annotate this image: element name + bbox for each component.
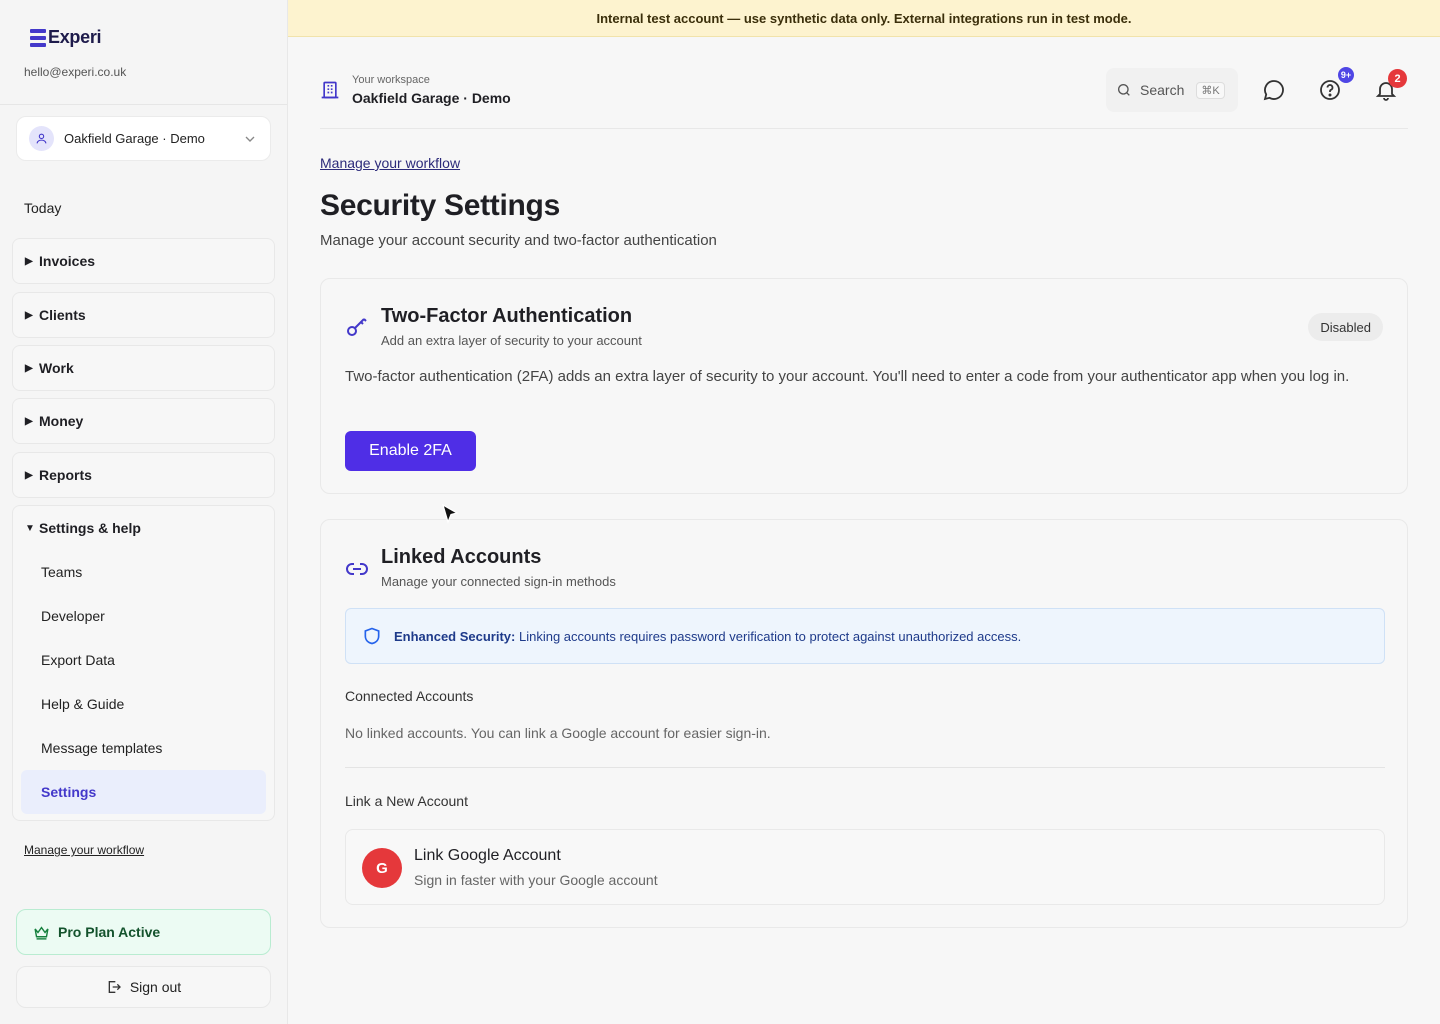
- linked-accounts-title: Linked Accounts: [381, 546, 542, 568]
- link-icon: [346, 563, 368, 575]
- sidebar-group-clients[interactable]: ▶ Clients: [12, 292, 275, 338]
- chevron-down-icon: [245, 136, 255, 142]
- sidebar-group-label: Work: [39, 360, 74, 376]
- linked-accounts-card: Linked Accounts Manage your connected si…: [320, 519, 1408, 928]
- sidebar-group-header[interactable]: ▶ Money: [13, 399, 274, 443]
- breadcrumb-manage-workflow[interactable]: Manage your workflow: [320, 155, 460, 171]
- status-badge: Disabled: [1308, 313, 1383, 341]
- alert-bold: Enhanced Security:: [394, 628, 516, 644]
- app-name: Experi: [48, 27, 102, 47]
- notification-badge: 2: [1388, 69, 1407, 88]
- pro-plan-label: Pro Plan Active: [58, 924, 161, 940]
- no-linked-accounts-text: No linked accounts. You can link a Googl…: [345, 725, 771, 741]
- user-email: hello@experi.co.uk: [24, 65, 127, 79]
- search-shortcut: ⌘K: [1196, 81, 1225, 99]
- two-factor-title: Two-Factor Authentication: [381, 305, 633, 327]
- workspace-label: Your workspace: [352, 74, 430, 86]
- sidebar: Experi hello@experi.co.uk Oakfield Garag…: [0, 0, 288, 1024]
- page-title: Security Settings: [320, 189, 560, 222]
- manage-workflow-link[interactable]: Manage your workflow: [24, 843, 144, 857]
- google-icon: G: [362, 848, 402, 888]
- caret-right-icon: ▶: [25, 415, 33, 427]
- sidebar-group-label: Clients: [39, 307, 86, 323]
- section-divider: [345, 767, 1385, 768]
- connected-accounts-label: Connected Accounts: [345, 688, 474, 704]
- linked-accounts-subtitle: Manage your connected sign-in methods: [381, 574, 616, 589]
- sidebar-group-header[interactable]: ▶ Invoices: [13, 239, 274, 283]
- sidebar-item-developer[interactable]: Developer: [21, 594, 266, 638]
- key-icon: [347, 318, 367, 336]
- sign-out-icon: [108, 981, 121, 993]
- sidebar-group-reports[interactable]: ▶ Reports: [12, 452, 275, 498]
- two-factor-card: Two-Factor Authentication Add an extra l…: [320, 278, 1408, 494]
- sidebar-item-teams[interactable]: Teams: [21, 550, 266, 594]
- logo-icon: [30, 28, 46, 47]
- sidebar-group-header[interactable]: ▶ Work: [13, 346, 274, 390]
- caret-right-icon: ▶: [25, 255, 33, 267]
- sidebar-group-work[interactable]: ▶ Work: [12, 345, 275, 391]
- pro-plan-badge[interactable]: Pro Plan Active: [16, 909, 271, 955]
- sidebar-group-header[interactable]: ▶ Clients: [13, 293, 274, 337]
- caret-down-icon: ▼: [25, 522, 35, 534]
- sidebar-group-money[interactable]: ▶ Money: [12, 398, 275, 444]
- workspace-selector[interactable]: Oakfield Garage · Demo: [16, 116, 271, 161]
- link-new-account-label: Link a New Account: [345, 793, 468, 809]
- page-subtitle: Manage your account security and two-fac…: [320, 232, 717, 249]
- caret-right-icon: ▶: [25, 362, 33, 374]
- two-factor-subtitle: Add an extra layer of security to your a…: [381, 333, 642, 348]
- search-button[interactable]: Search ⌘K: [1106, 68, 1238, 112]
- test-mode-banner: Internal test account — use synthetic da…: [288, 0, 1440, 37]
- link-google-title: Link Google Account: [414, 847, 561, 864]
- sidebar-group-settings-help: ▼ Settings & help Teams Developer Export …: [12, 505, 275, 821]
- sign-out-label: Sign out: [129, 979, 182, 995]
- app-logo[interactable]: Experi: [30, 27, 102, 48]
- sidebar-group-label: Settings & help: [39, 520, 141, 536]
- caret-right-icon: ▶: [25, 309, 33, 321]
- shield-icon: [364, 627, 380, 645]
- top-header: Your workspace Oakfield Garage · Demo Se…: [320, 66, 1408, 129]
- alert-text: Enhanced Security: Linking accounts requ…: [394, 629, 1021, 644]
- crown-icon: [34, 925, 49, 940]
- mouse-cursor-icon: [442, 503, 459, 524]
- sidebar-group-label: Invoices: [39, 253, 96, 269]
- sidebar-group-invoices[interactable]: ▶ Invoices: [12, 238, 275, 284]
- sidebar-item-today[interactable]: Today: [24, 200, 61, 216]
- help-icon[interactable]: [1318, 78, 1342, 102]
- help-badge: 9+: [1338, 67, 1354, 83]
- sidebar-item-settings[interactable]: Settings: [21, 770, 266, 814]
- security-info-alert: Enhanced Security: Linking accounts requ…: [345, 608, 1385, 664]
- sidebar-group-header[interactable]: ▶ Reports: [13, 453, 274, 497]
- sidebar-item-help-guide[interactable]: Help & Guide: [21, 682, 266, 726]
- sidebar-group-label: Reports: [39, 467, 92, 483]
- search-label: Search: [1140, 82, 1185, 98]
- building-icon: [321, 81, 339, 99]
- workspace-name: Oakfield Garage · Demo: [64, 131, 205, 146]
- sign-out-button[interactable]: Sign out: [16, 966, 271, 1008]
- workspace-title: Oakfield Garage · Demo: [352, 90, 511, 106]
- link-google-account-button[interactable]: G Link Google Account Sign in faster wit…: [345, 829, 1385, 905]
- sidebar-item-message-templates[interactable]: Message templates: [21, 726, 266, 770]
- link-google-subtitle: Sign in faster with your Google account: [414, 872, 658, 888]
- sidebar-divider: [0, 104, 287, 105]
- alert-message: Linking accounts requires password verif…: [519, 628, 1022, 644]
- sidebar-group-label: Money: [39, 413, 84, 429]
- caret-right-icon: ▶: [25, 469, 33, 481]
- sidebar-item-export-data[interactable]: Export Data: [21, 638, 266, 682]
- user-icon: [29, 126, 54, 151]
- chat-icon[interactable]: [1262, 78, 1286, 102]
- sidebar-group-header[interactable]: ▼ Settings & help: [13, 506, 274, 550]
- search-icon: [1118, 84, 1130, 96]
- enable-2fa-button[interactable]: Enable 2FA: [345, 431, 476, 471]
- two-factor-description: Two-factor authentication (2FA) adds an …: [345, 368, 1350, 385]
